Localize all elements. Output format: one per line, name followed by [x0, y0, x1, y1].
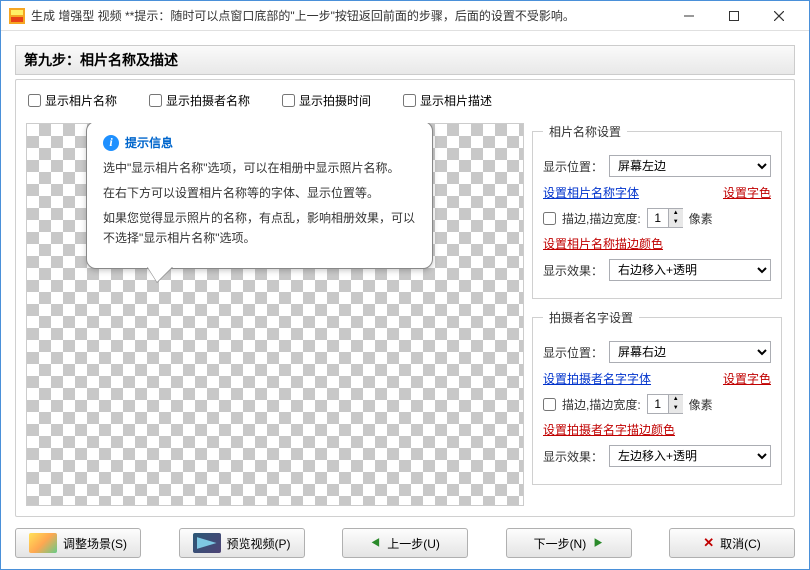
- footer-bar: 调整场景(S) 预览视频(P) ⯇ 上一步(U) 下一步(N) ⯈ ✕ 取消(C…: [1, 517, 809, 569]
- checkbox-row: 显示相片名称 显示拍摄者名称 显示拍摄时间 显示相片描述: [26, 90, 784, 115]
- name-pos-label: 显示位置：: [543, 158, 603, 175]
- author-border-checkbox[interactable]: [543, 398, 556, 411]
- prev-btn-label: 上一步(U): [387, 535, 440, 552]
- next-btn-label: 下一步(N): [534, 535, 587, 552]
- name-color-link[interactable]: 设置字色: [723, 184, 771, 201]
- spin-down[interactable]: ▼: [669, 218, 683, 227]
- author-pos-label: 显示位置：: [543, 344, 603, 361]
- content-row: i 提示信息 选中"显示相片名称"选项，可以在相册中显示照片名称。 在右下方可以…: [26, 123, 784, 506]
- preview-btn-label: 预览视频(P): [227, 535, 291, 552]
- settings-column: 相片名称设置 显示位置： 屏幕左边 设置相片名称字体 设置字色 描边,描边宽度:: [532, 123, 784, 506]
- spin-up[interactable]: ▲: [669, 395, 683, 404]
- author-font-link[interactable]: 设置拍摄者名字字体: [543, 370, 651, 387]
- options-groupbox: 显示相片名称 显示拍摄者名称 显示拍摄时间 显示相片描述 i 提示信息 选中"显…: [15, 79, 795, 517]
- titlebar-text: 生成 增强型 视频 **提示：随时可以点窗口底部的"上一步"按钮返回前面的步骤，…: [31, 7, 666, 24]
- titlebar: 生成 增强型 视频 **提示：随时可以点窗口底部的"上一步"按钮返回前面的步骤，…: [1, 1, 809, 31]
- tooltip-line-1: 选中"显示相片名称"选项，可以在相册中显示照片名称。: [103, 159, 416, 178]
- scene-icon: [29, 533, 57, 553]
- author-settings-group: 拍摄者名字设置 显示位置： 屏幕右边 设置拍摄者名字字体 设置字色 描边,描边宽…: [532, 309, 782, 485]
- name-border-width-input[interactable]: [648, 211, 668, 225]
- arrow-left-icon: ⯇: [370, 535, 381, 552]
- author-border-width-input[interactable]: [648, 397, 668, 411]
- name-font-link[interactable]: 设置相片名称字体: [543, 184, 639, 201]
- author-effect-select[interactable]: 左边移入+透明: [609, 445, 771, 467]
- preview-column: i 提示信息 选中"显示相片名称"选项，可以在相册中显示照片名称。 在右下方可以…: [26, 123, 524, 506]
- author-border-color-link[interactable]: 设置拍摄者名字描边颜色: [543, 421, 675, 438]
- photo-name-settings-group: 相片名称设置 显示位置： 屏幕左边 设置相片名称字体 设置字色 描边,描边宽度:: [532, 123, 782, 299]
- show-desc-box[interactable]: [403, 94, 416, 107]
- preview-icon: [193, 533, 221, 553]
- show-author-checkbox[interactable]: 显示拍摄者名称: [149, 92, 250, 109]
- author-border-label: 描边,描边宽度:: [562, 396, 641, 413]
- cancel-icon: ✕: [703, 535, 714, 551]
- show-time-label: 显示拍摄时间: [299, 92, 371, 109]
- author-effect-label: 显示效果：: [543, 448, 603, 465]
- info-icon: i: [103, 135, 119, 151]
- name-border-color-link[interactable]: 设置相片名称描边颜色: [543, 235, 663, 252]
- close-button[interactable]: [756, 2, 801, 30]
- maximize-button[interactable]: [711, 2, 756, 30]
- name-border-unit: 像素: [689, 210, 713, 227]
- show-desc-checkbox[interactable]: 显示相片描述: [403, 92, 492, 109]
- app-window: 生成 增强型 视频 **提示：随时可以点窗口底部的"上一步"按钮返回前面的步骤，…: [0, 0, 810, 570]
- show-photo-name-label: 显示相片名称: [45, 92, 117, 109]
- name-border-width-spinner[interactable]: ▲▼: [647, 208, 683, 228]
- show-author-label: 显示拍摄者名称: [166, 92, 250, 109]
- scene-btn-label: 调整场景(S): [63, 535, 127, 552]
- name-border-checkbox[interactable]: [543, 212, 556, 225]
- spin-down[interactable]: ▼: [669, 404, 683, 413]
- app-icon: [9, 8, 25, 24]
- author-legend: 拍摄者名字设置: [543, 309, 639, 326]
- window-controls: [666, 2, 801, 30]
- name-pos-select[interactable]: 屏幕左边: [609, 155, 771, 177]
- arrow-right-icon: ⯈: [592, 535, 603, 552]
- tooltip-bubble: i 提示信息 选中"显示相片名称"选项，可以在相册中显示照片名称。 在右下方可以…: [86, 123, 433, 269]
- author-pos-select[interactable]: 屏幕右边: [609, 341, 771, 363]
- name-border-label: 描边,描边宽度:: [562, 210, 641, 227]
- name-effect-select[interactable]: 右边移入+透明: [609, 259, 771, 281]
- tooltip-title: i 提示信息: [103, 134, 416, 151]
- cancel-btn-label: 取消(C): [720, 535, 761, 552]
- show-photo-name-checkbox[interactable]: 显示相片名称: [28, 92, 117, 109]
- main-area: 显示相片名称 显示拍摄者名称 显示拍摄时间 显示相片描述 i 提示信息 选中"显…: [1, 79, 809, 517]
- tooltip-title-text: 提示信息: [125, 134, 173, 151]
- show-photo-name-box[interactable]: [28, 94, 41, 107]
- next-step-button[interactable]: 下一步(N) ⯈: [506, 528, 632, 558]
- photo-name-legend: 相片名称设置: [543, 123, 627, 140]
- preview-video-button[interactable]: 预览视频(P): [179, 528, 305, 558]
- show-author-box[interactable]: [149, 94, 162, 107]
- author-border-width-spinner[interactable]: ▲▼: [647, 394, 683, 414]
- step-header: 第九步：相片名称及描述: [15, 45, 795, 75]
- spin-up[interactable]: ▲: [669, 209, 683, 218]
- minimize-button[interactable]: [666, 2, 711, 30]
- author-color-link[interactable]: 设置字色: [723, 370, 771, 387]
- author-border-unit: 像素: [689, 396, 713, 413]
- show-desc-label: 显示相片描述: [420, 92, 492, 109]
- tooltip-line-2: 在右下方可以设置相片名称等的字体、显示位置等。: [103, 184, 416, 203]
- cancel-button[interactable]: ✕ 取消(C): [669, 528, 795, 558]
- tooltip-line-3: 如果您觉得显示照片的名称，有点乱，影响相册效果，可以不选择"显示相片名称"选项。: [103, 209, 416, 247]
- show-time-checkbox[interactable]: 显示拍摄时间: [282, 92, 371, 109]
- prev-step-button[interactable]: ⯇ 上一步(U): [342, 528, 468, 558]
- name-effect-label: 显示效果：: [543, 262, 603, 279]
- show-time-box[interactable]: [282, 94, 295, 107]
- adjust-scene-button[interactable]: 调整场景(S): [15, 528, 141, 558]
